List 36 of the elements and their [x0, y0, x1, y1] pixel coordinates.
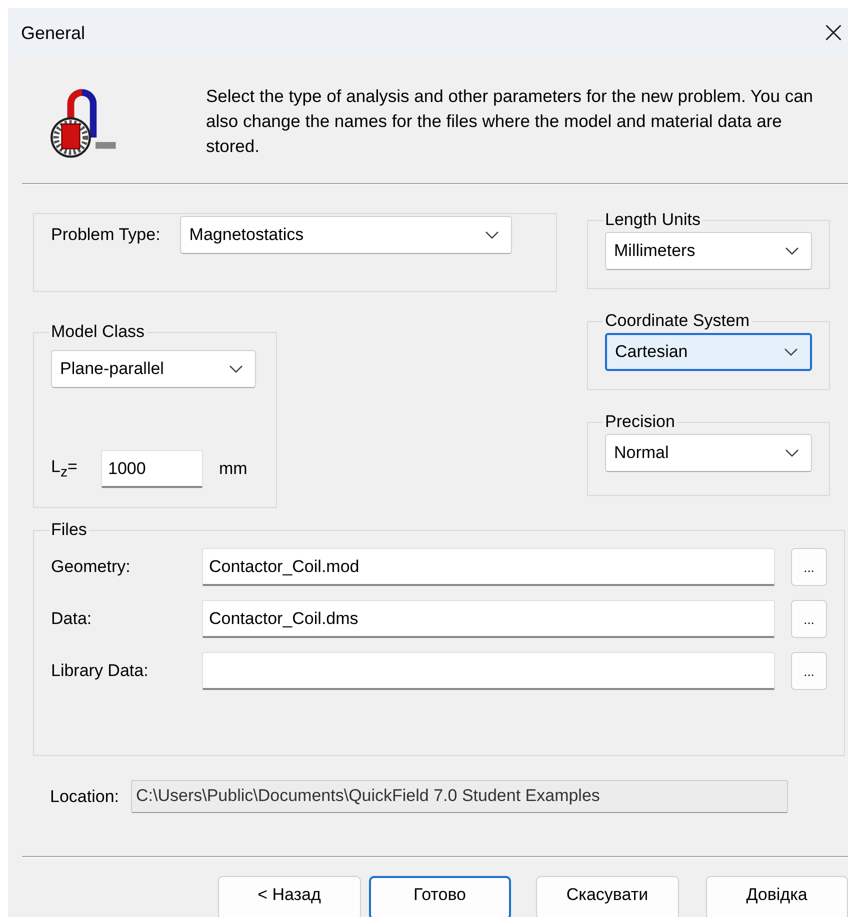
- dropdown[interactable]: Magnetostatics: [180, 216, 512, 254]
- file-input[interactable]: Contactor_Coil.dms: [202, 600, 775, 638]
- dropdown[interactable]: Cartesian: [605, 333, 812, 371]
- unit-label: mm: [219, 459, 248, 479]
- chevron-down-icon: [785, 247, 799, 255]
- field-label: Data:: [51, 609, 93, 629]
- group-label: Coordinate System: [604, 311, 751, 331]
- file-input[interactable]: Contactor_Coil.mod: [202, 548, 775, 586]
- field-label: Library Data:: [51, 661, 150, 681]
- browse-button[interactable]: ...: [791, 600, 827, 638]
- dialog-button[interactable]: Довідка: [706, 876, 848, 917]
- field-label: Geometry:: [51, 557, 132, 577]
- dropdown[interactable]: Normal: [605, 434, 812, 472]
- file-input[interactable]: [202, 652, 775, 690]
- dropdown[interactable]: Plane-parallel: [51, 350, 256, 388]
- group-label: Files: [50, 520, 88, 540]
- dialog-button[interactable]: Скасувати: [536, 876, 679, 917]
- chevron-down-icon: [485, 231, 500, 239]
- close-button[interactable]: ×: [820, 18, 848, 48]
- window-title: General: [21, 22, 86, 44]
- chevron-down-icon: [784, 348, 798, 356]
- chevron-down-icon: [229, 365, 243, 373]
- browse-button[interactable]: ...: [791, 652, 827, 690]
- browse-button[interactable]: ...: [791, 548, 827, 586]
- description-text: Select the type of analysis and other parameters for the new problem. You can also change the names for the files where the model and material data are stored.: [206, 85, 814, 158]
- group-label: Precision: [604, 412, 676, 432]
- dropdown[interactable]: Millimeters: [605, 232, 812, 270]
- field-label: L$_{z}$=: [51, 457, 78, 481]
- length-input[interactable]: 1000: [101, 450, 203, 488]
- field-label: Location:: [50, 786, 119, 806]
- chevron-down-icon: [785, 449, 799, 457]
- field-label: Problem Type:: [51, 225, 160, 245]
- group-label: Length Units: [604, 210, 702, 230]
- dialog-button[interactable]: Готово: [368, 876, 512, 917]
- dialog-button[interactable]: < Назад: [218, 876, 360, 917]
- group-label: Model Class: [50, 322, 146, 342]
